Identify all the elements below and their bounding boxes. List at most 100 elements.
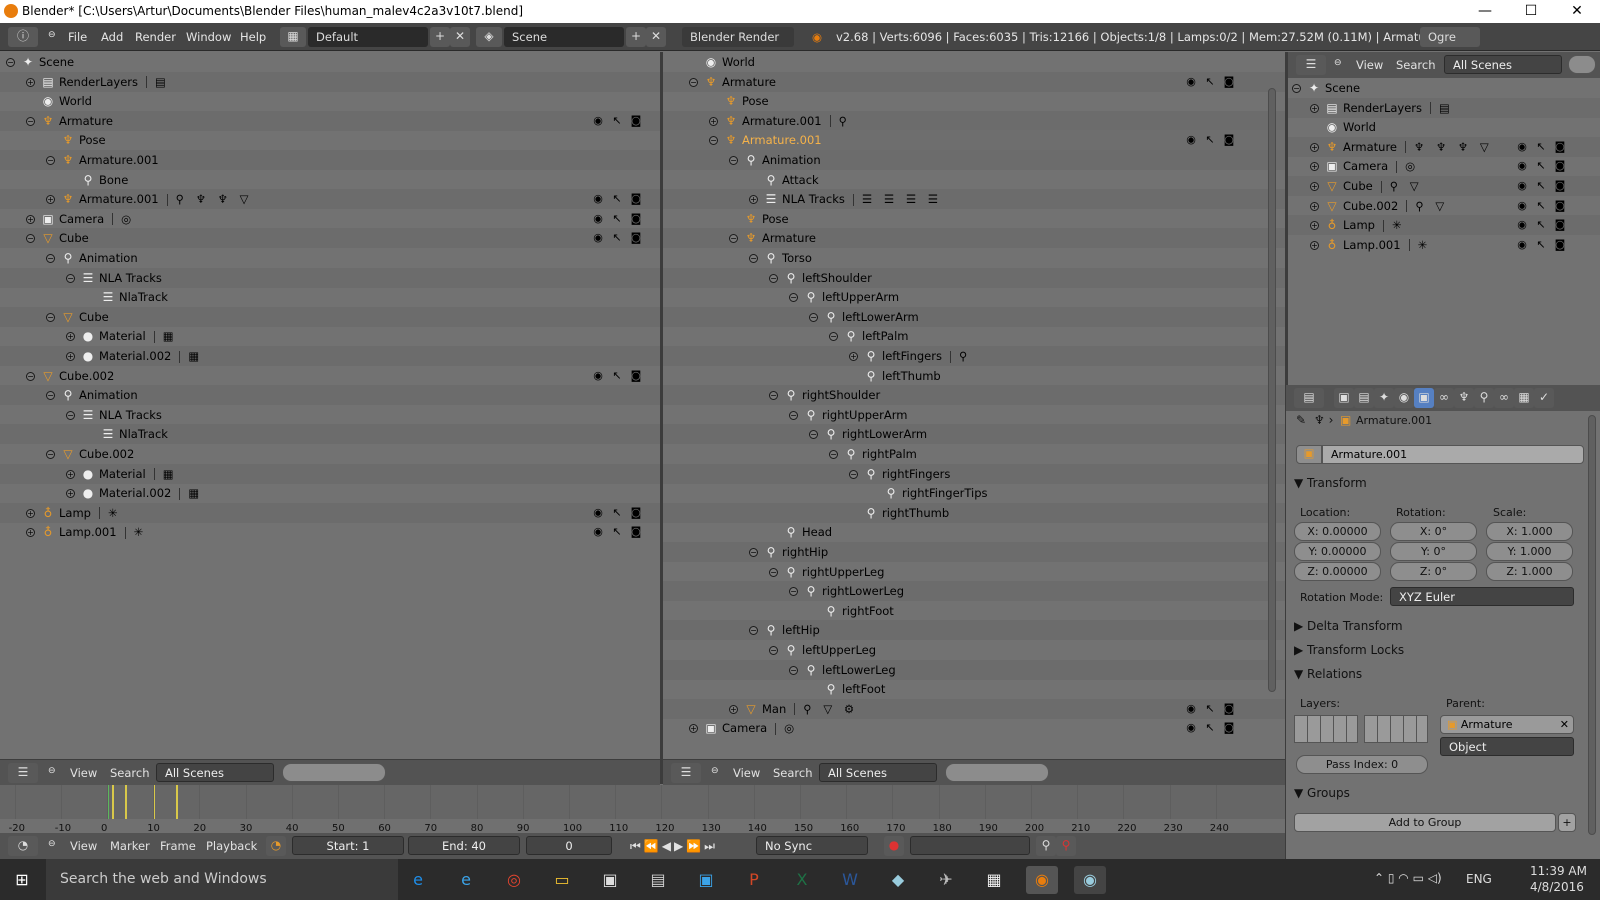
collapse-icon[interactable]: − (729, 156, 738, 165)
collapse-icon[interactable]: − (749, 548, 758, 557)
language-indicator[interactable]: ENG (1466, 872, 1492, 886)
child-data-icons[interactable]: ⚲ ▽ ⚙ (803, 702, 858, 716)
chrome-icon[interactable]: ◎ (500, 866, 528, 894)
outliner-row[interactable]: + ● Material.002 ▦ (0, 346, 660, 366)
collapse-icon[interactable]: − (46, 156, 55, 165)
collapse-icon[interactable]: − (26, 234, 35, 244)
outliner-item[interactable]: + ♁ Lamp ✳ (1310, 215, 1406, 235)
outliner-row[interactable]: + ▽ Man ⚲ ▽ ⚙ ◉ ↖ ◙ (663, 698, 1285, 719)
collapse-icon[interactable]: − (789, 293, 798, 303)
outliner-row[interactable]: − ⚲ leftUpperLeg (663, 640, 1285, 660)
visibility-eye-icon[interactable]: ◉ (1183, 130, 1199, 150)
pin-icon[interactable]: ✎ (1296, 413, 1306, 427)
expand-icon[interactable]: + (66, 469, 75, 479)
outliner-item[interactable]: + ● Material.002 ▦ (66, 346, 203, 366)
outliner-row[interactable]: − ⚲ Animation (663, 150, 1285, 170)
outliner-item[interactable]: ◉ World (26, 91, 92, 111)
outliner-item[interactable]: − ☰ NLA Tracks (66, 268, 162, 288)
record-icon[interactable]: ● (884, 836, 904, 856)
end-frame-field[interactable]: End: 40 (408, 836, 520, 855)
outliner-row[interactable]: − ⚲ Torso (663, 248, 1285, 268)
expand-icon[interactable]: + (1310, 221, 1319, 231)
scale-y-field[interactable]: Y: 1.000 (1486, 542, 1573, 561)
display-mode-dropdown[interactable]: All Scenes (819, 763, 937, 782)
child-data-icons[interactable]: ▦ (188, 486, 203, 500)
outliner-item[interactable]: − ⚲ Torso (749, 248, 812, 268)
outliner-row[interactable]: − ⚲ rightUpperLeg (663, 562, 1285, 582)
outliner-row[interactable]: ◉ World (1288, 117, 1600, 137)
maximize-button[interactable]: ☐ (1508, 0, 1554, 23)
location-x-field[interactable]: X: 0.00000 (1294, 522, 1381, 541)
outliner-item[interactable]: − ⚲ leftPalm (829, 326, 909, 346)
scale-z-field[interactable]: Z: 1.000 (1486, 562, 1573, 581)
outliner-row[interactable]: + ♁ Lamp ✳ ◉ ↖ ◙ (1288, 215, 1600, 236)
clock-date[interactable]: 4/8/2016 (1530, 880, 1584, 894)
outliner-item[interactable]: − ☰ NLA Tracks (66, 405, 162, 425)
outliner-row[interactable]: − ♆ Armature (663, 228, 1285, 249)
outliner-item[interactable]: − ⚲ Animation (46, 385, 138, 405)
outliner-row[interactable]: ♆ Pose (663, 209, 1285, 229)
editor-type-properties-icon[interactable]: ▤ (1294, 388, 1324, 408)
collapse-icon[interactable]: − (789, 410, 798, 420)
visibility-eye-icon[interactable]: ◉ (1514, 156, 1530, 176)
outliner-row[interactable]: ◉ World (663, 52, 1285, 72)
selectability-cursor-icon[interactable]: ↖ (1202, 72, 1218, 92)
expand-icon[interactable]: + (26, 214, 35, 224)
child-data-icons[interactable]: ✳ (134, 525, 148, 539)
expand-icon[interactable]: + (66, 332, 75, 342)
selectability-cursor-icon[interactable]: ↖ (609, 209, 625, 229)
menu-search[interactable]: Search (1396, 58, 1436, 72)
remove-scene-icon[interactable]: ✕ (646, 27, 666, 47)
outliner-row[interactable]: ⚲ rightThumb (663, 502, 1285, 523)
outliner-row[interactable]: ♆ Pose (0, 130, 660, 150)
clock-time[interactable]: 11:39 AM (1530, 864, 1587, 878)
outliner-item[interactable]: + ▣ Camera ◎ (26, 209, 135, 229)
properties-scrollbar[interactable] (1588, 415, 1596, 835)
outliner-row[interactable]: − ▽ Cube ◉ ↖ ◙ (0, 228, 660, 249)
outliner-item[interactable]: − ⚲ rightLowerArm (809, 424, 927, 444)
blender-taskbar-icon[interactable]: ◉ (1026, 866, 1058, 894)
app-icon-2[interactable]: ▣ (692, 866, 720, 894)
expand-icon[interactable]: + (26, 508, 35, 518)
app-icon[interactable]: ▤ (644, 866, 672, 894)
renderability-camera-icon[interactable]: ◙ (1221, 699, 1237, 719)
world-tab-icon[interactable]: ◉ (1394, 388, 1414, 408)
renderability-camera-icon[interactable]: ◙ (1552, 156, 1568, 176)
child-data-icons[interactable]: ⚲ ▽ (1390, 179, 1423, 193)
outliner-item[interactable]: + ♆ Armature.001 ⚲ (709, 111, 851, 131)
outliner-item[interactable]: + ▽ Man ⚲ ▽ ⚙ (729, 699, 858, 719)
outliner-item[interactable]: + ☰ NLA Tracks ☰ ☰ ☰ ☰ (749, 189, 942, 209)
visibility-eye-icon[interactable]: ◉ (1514, 215, 1530, 235)
timeline[interactable]: -20 -10 0 10 20 30 40 50 60 70 80 90 100 110 120 130 140… (0, 785, 1285, 834)
collapse-menu-icon[interactable]: ⊖ (48, 839, 56, 849)
collapse-icon[interactable]: − (66, 273, 75, 283)
editor-type-outliner-icon[interactable]: ☰ (1296, 55, 1326, 75)
close-button[interactable]: ✕ (1554, 0, 1600, 23)
expand-icon[interactable]: + (1310, 142, 1319, 152)
add-group-icon[interactable]: + (1558, 813, 1576, 832)
collapse-icon[interactable]: − (769, 646, 778, 655)
mid-outliner-scrollbar[interactable] (1268, 88, 1276, 692)
outliner-row[interactable]: ◉ World (0, 91, 660, 111)
outliner-item[interactable]: − ⚲ rightUpperArm (789, 405, 907, 425)
selectability-cursor-icon[interactable]: ↖ (1533, 235, 1549, 255)
collapse-icon[interactable]: − (46, 391, 55, 401)
paint-icon[interactable]: ◆ (884, 866, 912, 894)
outliner-item[interactable]: ⚲ Attack (749, 170, 819, 190)
outliner-row[interactable]: ☰ NlaTrack (0, 424, 660, 445)
windows-start-icon[interactable]: ⊞ (8, 866, 36, 894)
outliner-row[interactable]: + ● Material ▦ (0, 463, 660, 484)
location-y-field[interactable]: Y: 0.00000 (1294, 542, 1381, 561)
outliner-row[interactable]: − ♆ Armature.001 (0, 150, 660, 170)
expand-icon[interactable]: + (1310, 182, 1319, 191)
outliner-item[interactable]: + ▤ RenderLayers ▤ (26, 72, 170, 92)
renderability-camera-icon[interactable]: ◙ (628, 366, 644, 386)
collapse-icon[interactable]: − (6, 58, 15, 67)
excel-icon[interactable]: X (788, 866, 816, 894)
collapse-icon[interactable]: − (829, 332, 838, 342)
layer-grid-2[interactable] (1364, 715, 1428, 743)
menu-file[interactable]: File (68, 30, 87, 44)
collapse-icon[interactable]: − (789, 587, 798, 597)
outliner-item[interactable]: ♆ Pose (46, 130, 106, 150)
visibility-eye-icon[interactable]: ◉ (1514, 235, 1530, 255)
